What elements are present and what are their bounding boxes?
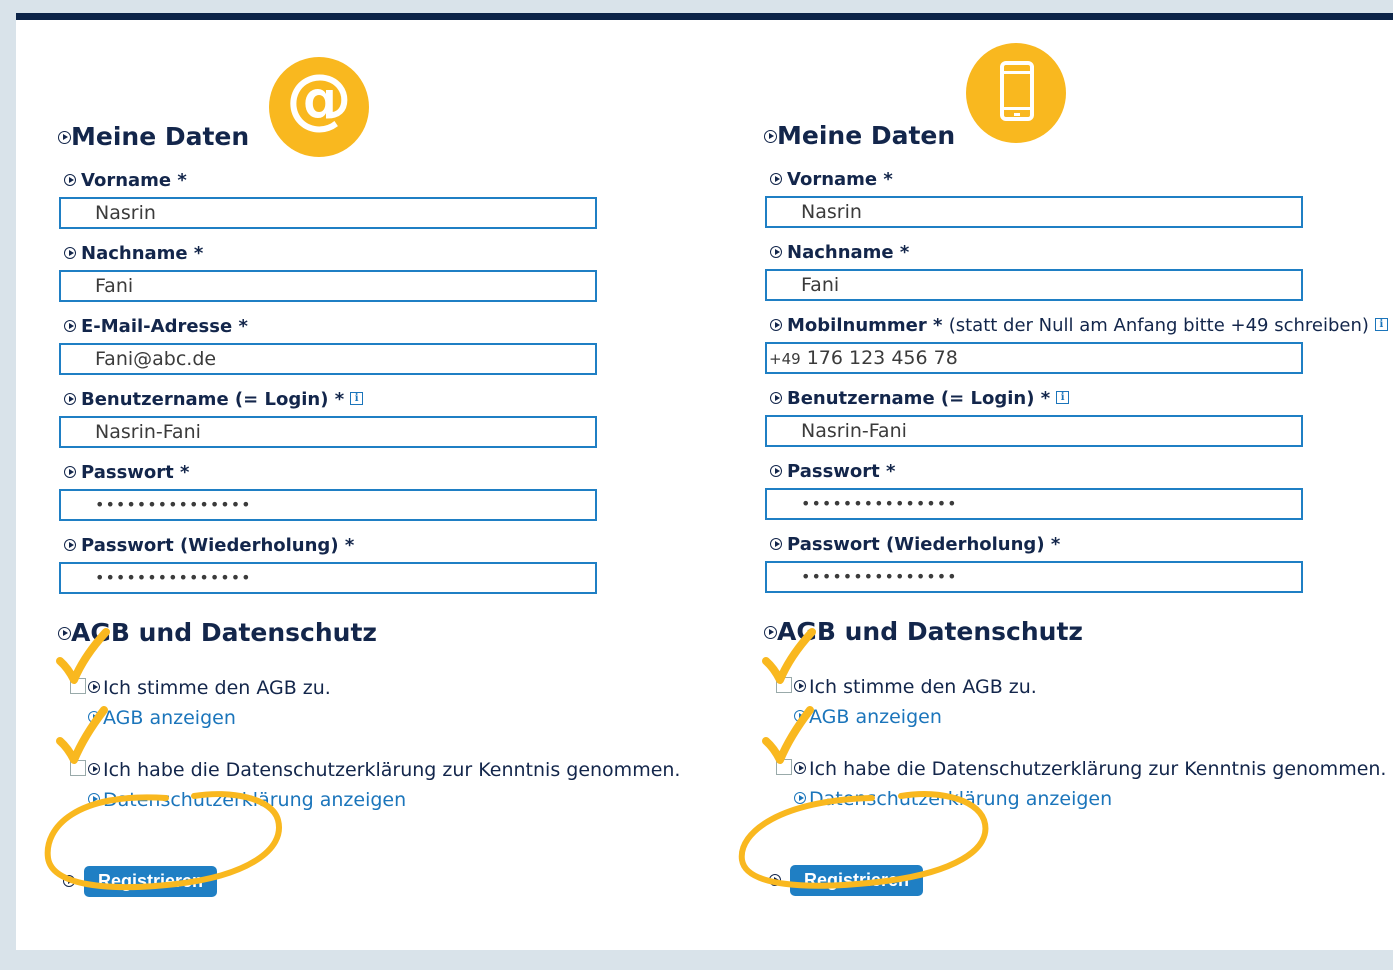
checkmark-icon: [56, 706, 108, 764]
circle-highlight-icon: [738, 791, 989, 889]
top-bar: [16, 13, 1393, 20]
checkmark-icon: [762, 628, 816, 684]
annotation-overlay: [44, 628, 989, 891]
content-panel: @ Meine Daten Vorname * Nasrin Nachname …: [16, 20, 1393, 950]
checkmark-icon: [56, 628, 110, 684]
checkmark-icon: [762, 706, 814, 764]
circle-highlight-icon: [44, 791, 282, 891]
